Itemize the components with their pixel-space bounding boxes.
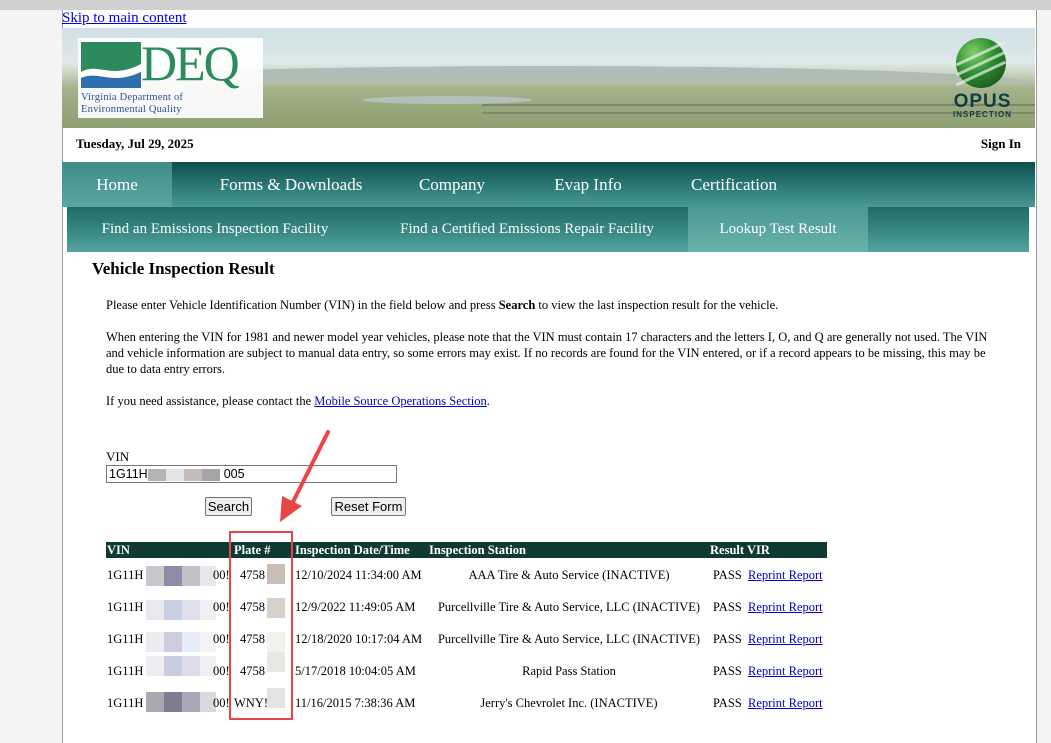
sub-nav: Find an Emissions Inspection Facility Fi… [67, 207, 1029, 252]
instruction-paragraph: Please enter Vehicle Identification Numb… [106, 297, 1006, 313]
row-result: PASS [713, 568, 742, 582]
deq-name-line2: Environmental Quality [81, 104, 182, 115]
page-title: Vehicle Inspection Result [92, 259, 275, 278]
vin-value-end: 005 [223, 467, 245, 481]
col-result: Result [710, 543, 745, 557]
search-button[interactable]: Search [205, 497, 252, 516]
nav-company[interactable]: Company [402, 162, 502, 207]
row-date: 12/9/2022 11:49:05 AM [295, 600, 416, 614]
row-vin-end: 00! [213, 568, 230, 582]
row-station: AAA Tire & Auto Service (INACTIVE) [468, 568, 670, 582]
subnav-find-inspection-facility[interactable]: Find an Emissions Inspection Facility [67, 207, 363, 252]
instruction-text: Please enter Vehicle Identification Numb… [106, 298, 499, 312]
page-gutter-right [1036, 10, 1051, 743]
row-result: PASS [713, 696, 742, 710]
nav-forms-downloads[interactable]: Forms & Downloads [182, 162, 400, 207]
row-result: PASS [713, 632, 742, 646]
opus-subtitle: INSPECTION [953, 110, 1012, 119]
subnav-find-repair-facility[interactable]: Find a Certified Emissions Repair Facili… [367, 207, 687, 252]
col-vir: VIR [747, 543, 770, 557]
table-row: 1G11H 00! 4758 12/9/2022 11:49:05 AM Pur… [106, 596, 828, 620]
subnav-lookup-test-result[interactable]: Lookup Test Result [688, 207, 868, 252]
col-inspection-date: Inspection Date/Time [295, 543, 410, 557]
row-date: 5/17/2018 10:04:05 AM [295, 664, 416, 678]
row-result: PASS [713, 664, 742, 678]
row-vin: 1G11H [107, 600, 144, 614]
row-vin: 1G11H [107, 696, 144, 710]
row-station: Jerry's Chevrolet Inc. (INACTIVE) [480, 696, 658, 710]
row-date: 11/16/2015 7:38:36 AM [295, 696, 416, 710]
deq-river-icon [81, 42, 141, 88]
reprint-report-link[interactable]: Reprint Report [748, 599, 823, 615]
assistance-paragraph: If you need assistance, please contact t… [106, 393, 1006, 409]
vin-input[interactable]: 1G11H 005 [106, 465, 397, 483]
vin-label: VIN [106, 449, 130, 464]
col-inspection-station: Inspection Station [429, 543, 526, 557]
row-result: PASS [713, 600, 742, 614]
row-date: 12/10/2024 11:34:00 AM [295, 568, 422, 582]
opus-logo: OPUS INSPECTION [945, 38, 1020, 120]
instruction-text-end: to view the last inspection result for t… [535, 298, 779, 312]
row-vin: 1G11H [107, 664, 144, 678]
nav-certification[interactable]: Certification [674, 162, 794, 207]
vin-note-paragraph: When entering the VIN for 1981 and newer… [106, 330, 988, 376]
vin-value-start: 1G11H [109, 467, 148, 481]
deq-wordmark: DEQ [141, 35, 240, 91]
row-station: Purcellville Tire & Auto Service, LLC (I… [437, 632, 701, 646]
skip-to-main-link[interactable]: Skip to main content [62, 10, 187, 27]
row-station: Rapid Pass Station [522, 664, 616, 678]
current-date: Tuesday, Jul 29, 2025 [76, 136, 194, 151]
row-date: 12/18/2020 10:17:04 AM [295, 632, 423, 646]
reprint-report-link[interactable]: Reprint Report [748, 663, 823, 679]
row-vin-end: 00! [213, 632, 230, 646]
reprint-report-link[interactable]: Reprint Report [748, 567, 823, 583]
deq-name-line1: Virginia Department of [81, 92, 184, 103]
row-station: Purcellville Tire & Auto Service, LLC (I… [437, 600, 701, 614]
row-vin: 1G11H [107, 568, 144, 582]
row-vin: 1G11H [107, 632, 144, 646]
page-gutter-left [0, 10, 63, 743]
table-row: 1G11H 00! 4758 12/10/2024 11:34:00 AM AA… [106, 564, 828, 586]
table-row: 1G11H 00! 4758 12/18/2020 10:17:04 AM Pu… [106, 628, 828, 652]
row-vin-end: 00! [213, 664, 230, 678]
results-table-header: VIN Plate # Inspection Date/Time Inspect… [106, 542, 827, 558]
row-vin-end: 00! [213, 600, 230, 614]
col-vin: VIN [107, 543, 130, 557]
sign-in-link[interactable]: Sign In [981, 136, 1021, 152]
browser-top-strip [0, 0, 1051, 10]
table-row: 1G11H 00! WNY! 11/16/2015 7:38:36 AM Jer… [106, 688, 828, 714]
assistance-text: If you need assistance, please contact t… [106, 394, 315, 408]
reset-form-button[interactable]: Reset Form [331, 497, 406, 516]
row-vin-end: 00! [213, 696, 230, 710]
instruction-search-word: Search [498, 298, 536, 312]
nav-evap-info[interactable]: Evap Info [532, 162, 644, 207]
mobile-source-link[interactable]: Mobile Source Operations Section [314, 394, 487, 408]
deq-logo[interactable]: DEQ Virginia Department of Environmental… [78, 35, 263, 118]
table-row: 1G11H 00! 4758 5/17/2018 10:04:05 AM Rap… [106, 652, 828, 682]
reprint-report-link[interactable]: Reprint Report [748, 695, 823, 711]
assistance-text-end: . [486, 394, 490, 408]
nav-home[interactable]: Home [62, 162, 172, 207]
reprint-report-link[interactable]: Reprint Report [748, 631, 823, 647]
plate-column-highlight-box [229, 531, 293, 720]
main-nav: Home Forms & Downloads Company Evap Info… [62, 162, 1035, 207]
globe-icon [955, 38, 1007, 88]
